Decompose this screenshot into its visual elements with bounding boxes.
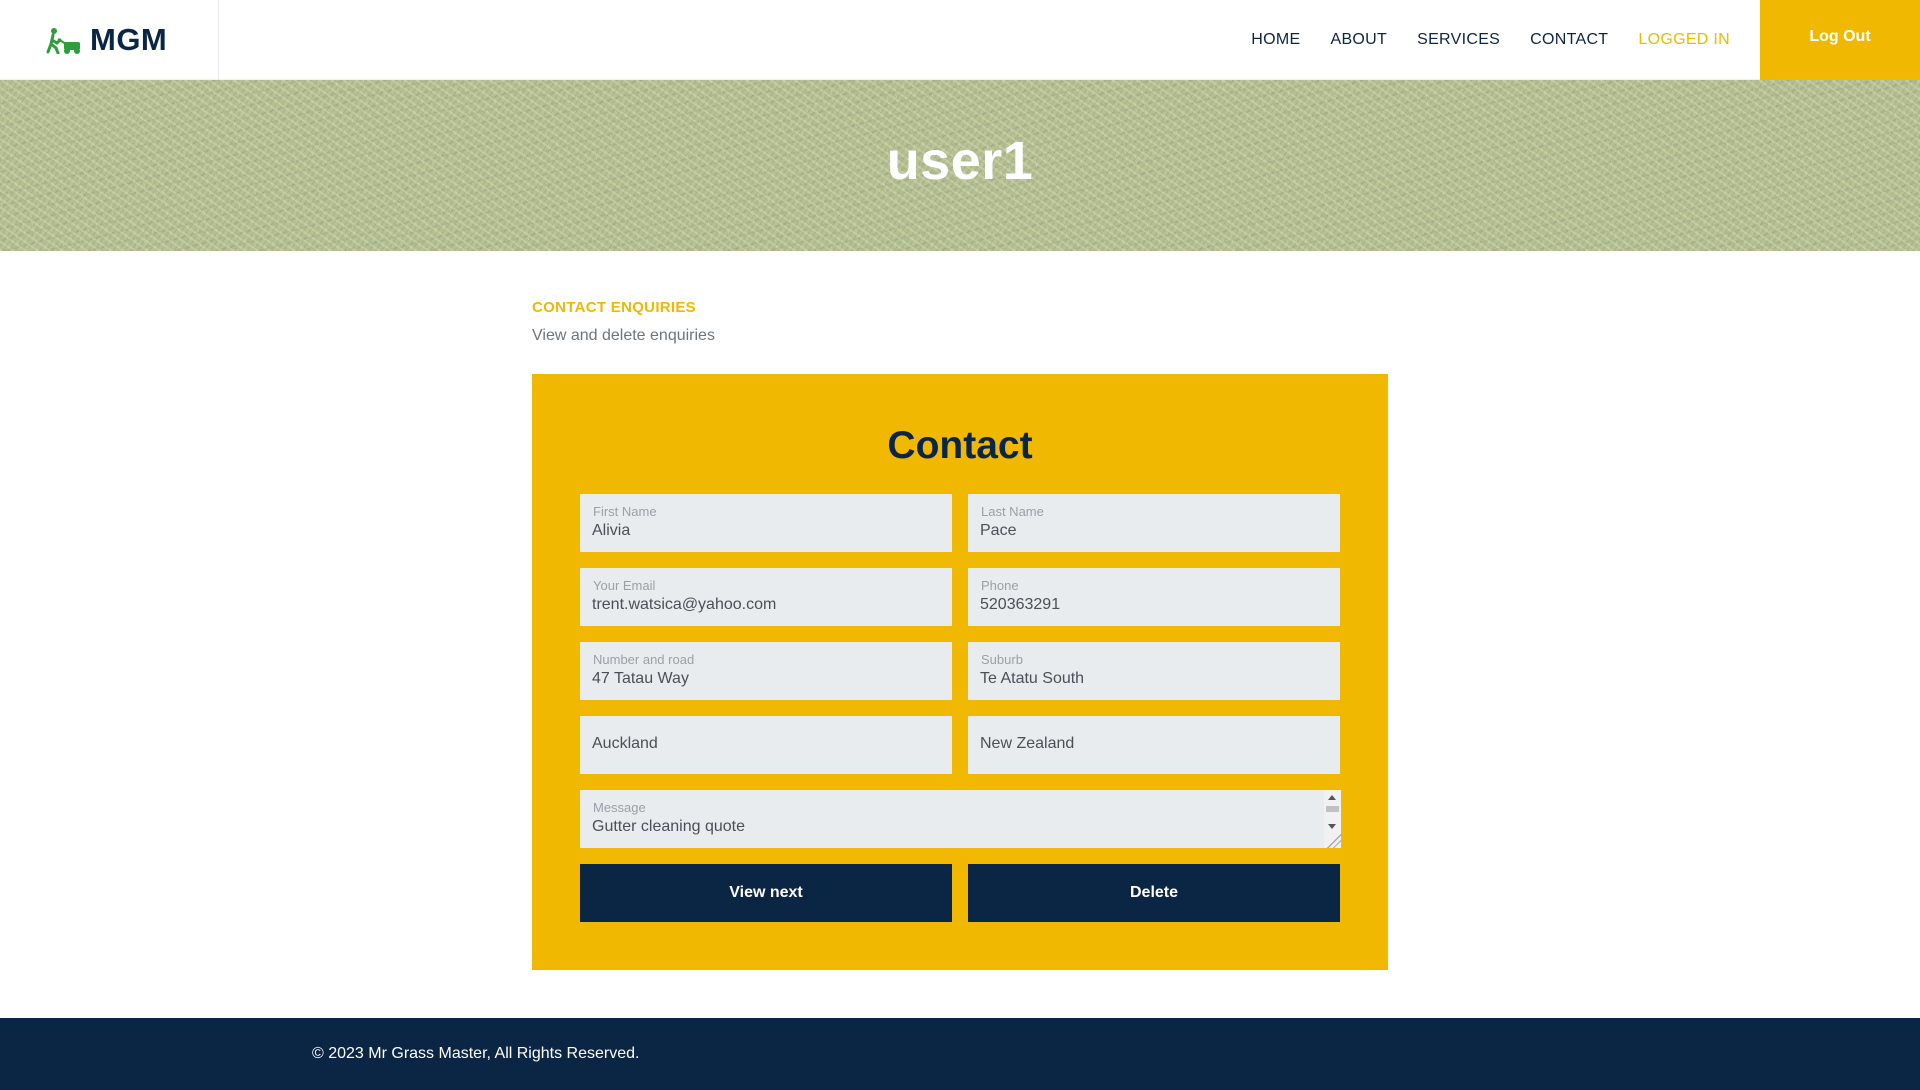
- hero-title: user1: [886, 131, 1034, 191]
- first-name-label: First Name: [593, 504, 657, 519]
- email-field[interactable]: Your Email trent.watsica@yahoo.com: [580, 568, 952, 626]
- country-field[interactable]: New Zealand: [968, 716, 1340, 774]
- form-title: Contact: [887, 424, 1033, 467]
- last-name-label: Last Name: [981, 504, 1044, 519]
- road-label: Number and road: [593, 652, 695, 667]
- phone-value: 520363291: [980, 596, 1061, 613]
- nav-logged-in[interactable]: LOGGED IN: [1638, 31, 1730, 49]
- hero-banner: user1: [0, 80, 1920, 251]
- nav-about[interactable]: ABOUT: [1330, 31, 1387, 49]
- city-field[interactable]: Auckland: [580, 716, 952, 774]
- footer-copyright: © 2023 Mr Grass Master, All Rights Reser…: [312, 1045, 640, 1062]
- lawnmower-icon: [46, 28, 80, 54]
- phone-field[interactable]: Phone 520363291: [968, 568, 1340, 626]
- road-field[interactable]: Number and road 47 Tatau Way: [580, 642, 952, 700]
- delete-button[interactable]: Delete: [968, 864, 1340, 922]
- suburb-label: Suburb: [981, 652, 1023, 667]
- message-value: Gutter cleaning quote: [592, 818, 745, 835]
- email-label: Your Email: [593, 578, 656, 593]
- resize-handle-icon[interactable]: [1327, 834, 1341, 848]
- suburb-field[interactable]: Suburb Te Atatu South: [968, 642, 1340, 700]
- city-value: Auckland: [592, 735, 658, 752]
- logout-button[interactable]: Log Out: [1760, 0, 1920, 80]
- brand-name: MGM: [90, 22, 168, 57]
- first-name-value: Alivia: [592, 522, 631, 539]
- nav-contact[interactable]: CONTACT: [1530, 31, 1608, 49]
- section-label: CONTACT ENQUIRIES: [532, 299, 696, 316]
- country-value: New Zealand: [980, 735, 1075, 752]
- nav-home[interactable]: HOME: [1251, 31, 1300, 49]
- first-name-field[interactable]: First Name Alivia: [580, 494, 952, 552]
- main-nav: HOME ABOUT SERVICES CONTACT LOGGED IN: [1221, 0, 1730, 80]
- road-value: 47 Tatau Way: [592, 670, 689, 687]
- scroll-up-icon[interactable]: [1328, 795, 1336, 800]
- section-subtitle: View and delete enquiries: [532, 327, 715, 344]
- nav-services[interactable]: SERVICES: [1417, 31, 1500, 49]
- email-value: trent.watsica@yahoo.com: [592, 596, 777, 613]
- message-field[interactable]: Message Gutter cleaning quote: [580, 790, 1341, 848]
- message-label: Message: [593, 800, 646, 815]
- brand-logo[interactable]: MGM: [0, 0, 219, 80]
- navbar: MGM HOME ABOUT SERVICES CONTACT LOGGED I…: [0, 0, 1920, 80]
- contact-form: Contact First Name Alivia Last Name Pace…: [532, 374, 1388, 970]
- last-name-value: Pace: [980, 522, 1017, 539]
- footer: © 2023 Mr Grass Master, All Rights Reser…: [0, 1018, 1920, 1090]
- suburb-value: Te Atatu South: [980, 670, 1085, 687]
- scroll-thumb[interactable]: [1326, 806, 1339, 812]
- last-name-field[interactable]: Last Name Pace: [968, 494, 1340, 552]
- phone-label: Phone: [981, 578, 1019, 593]
- view-next-button[interactable]: View next: [580, 864, 952, 922]
- scroll-down-icon[interactable]: [1328, 824, 1336, 829]
